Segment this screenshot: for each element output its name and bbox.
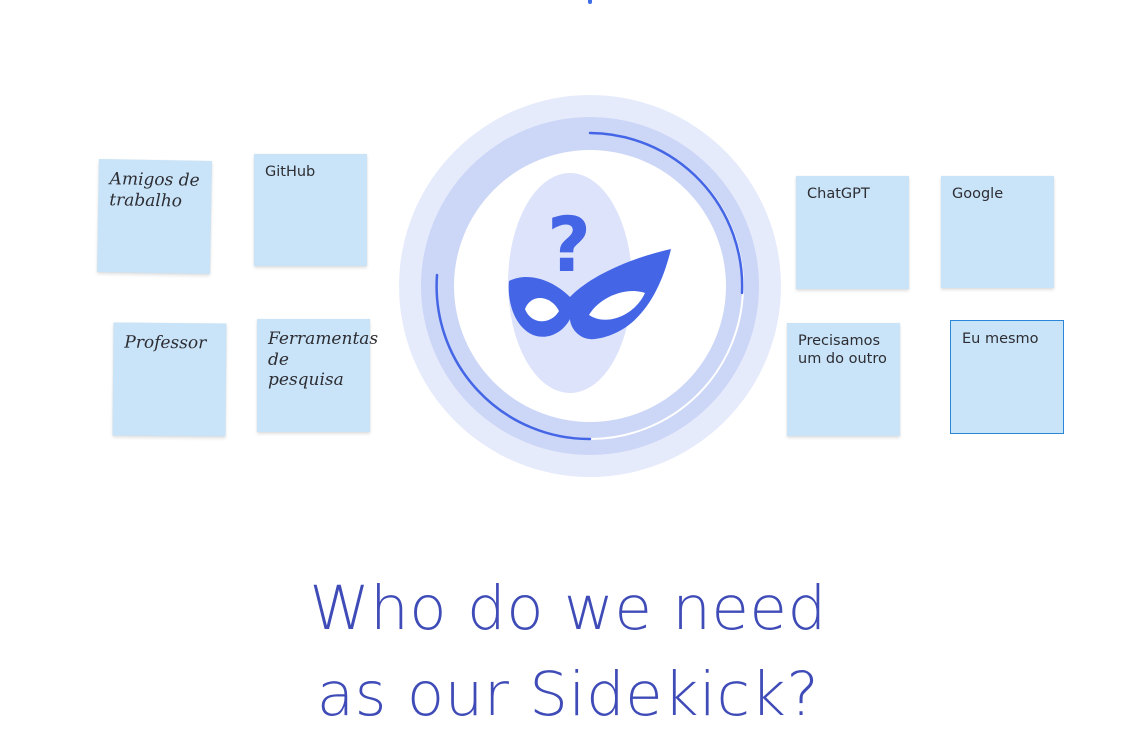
sticky-note-text: Eu mesmo (962, 331, 1039, 347)
sticky-note-text: Professor (124, 332, 207, 354)
sticky-note-text: Google (952, 186, 1004, 202)
sticky-note-professor[interactable]: Professor (112, 322, 227, 437)
whiteboard-canvas[interactable]: Amigos de trabalho GitHub Professor Ferr… (0, 0, 1136, 751)
title-line-2: as our Sidekick? (316, 659, 820, 730)
sticky-note-precisamos-um-do-outro[interactable]: Precisamos um do outro (787, 323, 900, 436)
page-title: Who do we need as our Sidekick? (0, 566, 1136, 738)
sticky-note-eu-mesmo[interactable]: Eu mesmo (950, 320, 1064, 434)
sticky-note-amigos-de-trabalho[interactable]: Amigos de trabalho (97, 159, 212, 274)
sticky-note-text: GitHub (265, 164, 316, 180)
question-mark-glyph: ? (547, 200, 591, 289)
sticky-note-text: Precisamos um do outro (798, 333, 887, 367)
sticky-note-text: Amigos de trabalho (109, 169, 200, 212)
text-cursor (588, 0, 592, 4)
sticky-note-google[interactable]: Google (941, 176, 1054, 288)
title-line-1: Who do we need (309, 573, 827, 644)
sticky-note-ferramentas-de-pesquisa[interactable]: Ferramentas de pesquisa (257, 319, 379, 432)
sticky-note-github[interactable]: GitHub (254, 154, 367, 266)
sticky-note-text: ChatGPT (807, 186, 870, 202)
sticky-note-chatgpt[interactable]: ChatGPT (796, 176, 909, 289)
sticky-note-text: Ferramentas de pesquisa (268, 329, 379, 391)
masked-head-question-icon: ? (399, 95, 781, 477)
